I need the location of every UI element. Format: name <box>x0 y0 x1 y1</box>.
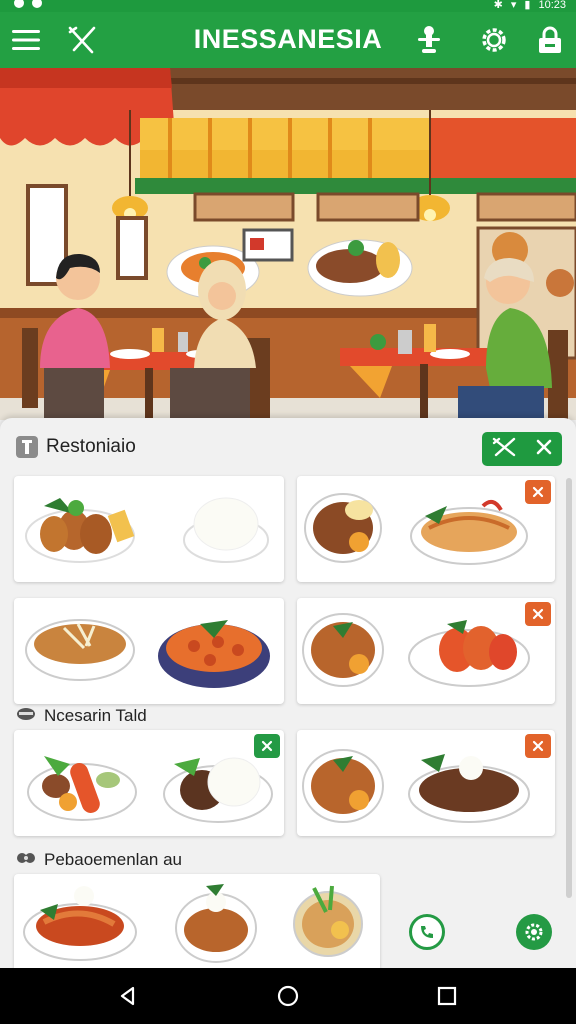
dish-card[interactable] <box>14 598 284 704</box>
close-icon[interactable] <box>535 438 553 461</box>
remove-button[interactable] <box>525 734 551 758</box>
restaurant-icon <box>16 436 38 458</box>
chopsticks-icon[interactable] <box>491 437 517 462</box>
back-icon[interactable] <box>114 982 142 1010</box>
system-nav-bar <box>0 968 576 1024</box>
wifi-icon: ▾ <box>510 0 517 11</box>
dish-card[interactable] <box>14 476 284 582</box>
section-header: Ncesarin Tald <box>16 706 147 726</box>
status-bar: ✱ ▾ ▮ 10:23 <box>0 0 576 12</box>
status-left-icons <box>14 0 42 8</box>
lock-icon[interactable] <box>534 24 566 56</box>
selected-check-button[interactable] <box>254 734 280 758</box>
notification-icon <box>32 0 42 8</box>
section-title: Ncesarin Tald <box>44 706 147 725</box>
remove-button[interactable] <box>525 602 551 626</box>
dish-card[interactable] <box>14 730 284 836</box>
restaurant-hero-illustration <box>0 68 576 420</box>
battery-icon: ▮ <box>524 0 531 11</box>
status-right-icons: ✱ ▾ ▮ 10:23 <box>494 0 566 11</box>
section-header: Restoniaio <box>16 436 136 458</box>
notification-icon <box>14 0 24 8</box>
section-title: Pebaoemenlan au <box>44 850 183 869</box>
dish-card[interactable] <box>14 874 380 968</box>
section-header: Pebaoemenlan au <box>16 850 182 870</box>
dish-card[interactable] <box>297 476 555 582</box>
home-icon[interactable] <box>274 982 302 1010</box>
dish-card[interactable] <box>297 598 555 704</box>
recents-icon[interactable] <box>433 982 461 1010</box>
menu-sheet: Restoniaio Ncesarin Tald Pebaoemenlan au <box>0 418 576 968</box>
bowl-icon <box>16 706 36 726</box>
settings-icon[interactable] <box>478 24 510 56</box>
section-title: Restoniaio <box>46 436 136 457</box>
chopsticks-icon[interactable] <box>66 24 98 56</box>
dish-card[interactable] <box>297 730 555 836</box>
phone-icon[interactable] <box>409 914 445 950</box>
bluetooth-icon: ✱ <box>493 0 503 11</box>
remove-button[interactable] <box>525 480 551 504</box>
chef-icon[interactable] <box>413 24 445 56</box>
scrollbar[interactable] <box>566 478 572 898</box>
status-time: 10:23 <box>538 0 566 11</box>
noodle-icon <box>16 850 36 870</box>
app-bar: INESSANESIA <box>0 12 576 68</box>
filter-toggle[interactable] <box>482 432 562 466</box>
menu-icon[interactable] <box>10 24 42 56</box>
gear-icon[interactable] <box>516 914 552 950</box>
